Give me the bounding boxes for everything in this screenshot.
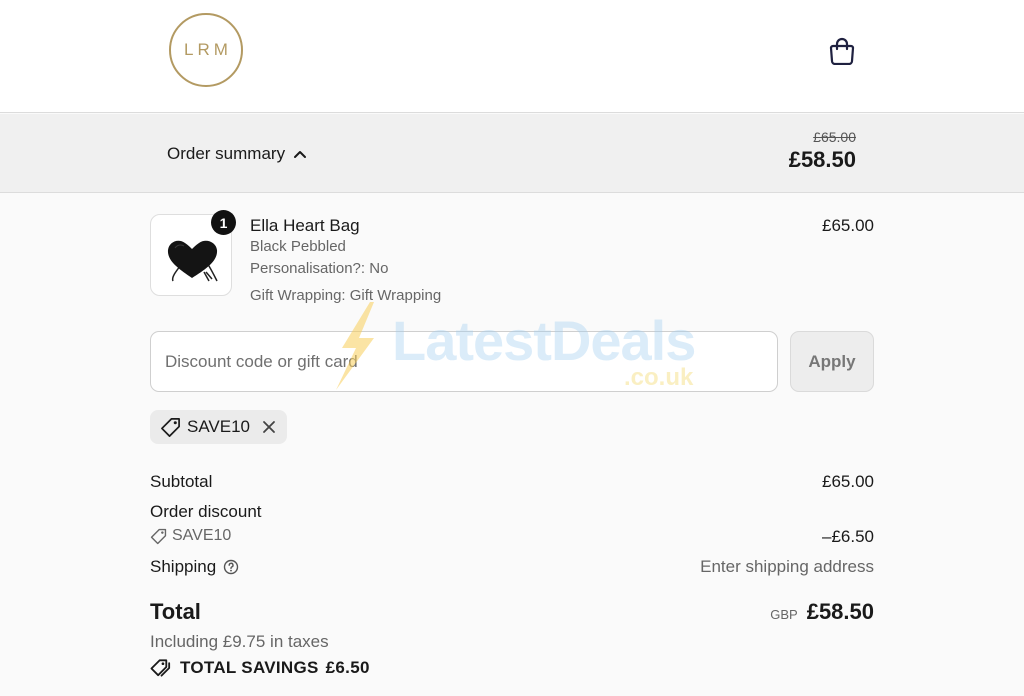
order-discount-code-label: SAVE10 [172,527,232,544]
shipping-label: Shipping [150,557,217,576]
product-name: Ella Heart Bag [250,216,360,235]
tags-icon [150,659,171,677]
total-value-group: GBP £58.50 [770,599,874,625]
site-header: LRM [0,0,1024,113]
tag-icon [161,417,180,437]
applied-code-label: SAVE10 [187,417,251,436]
product-variant: Black Pebbled [250,238,346,255]
subtotal-value: £65.00 [822,472,874,491]
order-summary-bar: Order summary £65.00 £58.50 [0,114,1024,193]
taxes-note: Including £9.75 in taxes [150,632,329,651]
product-price: £65.00 [822,216,874,235]
remove-discount-button[interactable] [262,420,276,434]
quantity-badge: 1 [211,210,236,235]
chevron-up-icon [294,151,307,158]
total-currency: GBP [770,607,798,622]
shipping-row-label: Shipping [150,557,239,577]
total-savings: TOTAL SAVINGS £6.50 [150,658,370,678]
subtotal-label: Subtotal [150,472,213,491]
total-amount: £58.50 [806,599,874,624]
order-discount-value: –£6.50 [822,527,874,546]
order-discount-label: Order discount [150,502,262,521]
total-label: Total [150,599,201,624]
shipping-value: Enter shipping address [700,557,874,576]
line-item: 1 Ella Heart Bag Black Pebbled Personali… [150,210,874,306]
cart-button[interactable] [826,34,858,68]
summary-prices: £65.00 £58.50 [789,129,856,173]
product-gift-wrapping: Gift Wrapping: Gift Wrapping [250,287,442,304]
discount-code-input[interactable] [150,331,778,392]
order-summary-toggle[interactable]: Order summary [167,144,307,164]
applied-discount-chip: SAVE10 [150,410,287,444]
product-personalisation: Personalisation?: No [250,260,389,277]
current-price: £58.50 [788,147,856,172]
shopping-bag-icon [829,37,855,65]
total-savings-label: TOTAL SAVINGS [180,658,319,677]
logo-text: LRM [184,40,232,59]
help-circle-icon[interactable] [223,559,239,575]
order-summary-label: Order summary [167,144,286,163]
product-thumbnail: 1 [150,210,236,296]
original-price: £65.00 [813,129,856,145]
tag-icon [150,528,167,544]
brand-logo[interactable]: LRM [169,13,243,87]
apply-discount-button[interactable]: Apply [790,331,874,392]
order-discount-code: SAVE10 [150,527,231,545]
total-savings-value: £6.50 [325,658,370,677]
close-icon [263,421,275,433]
